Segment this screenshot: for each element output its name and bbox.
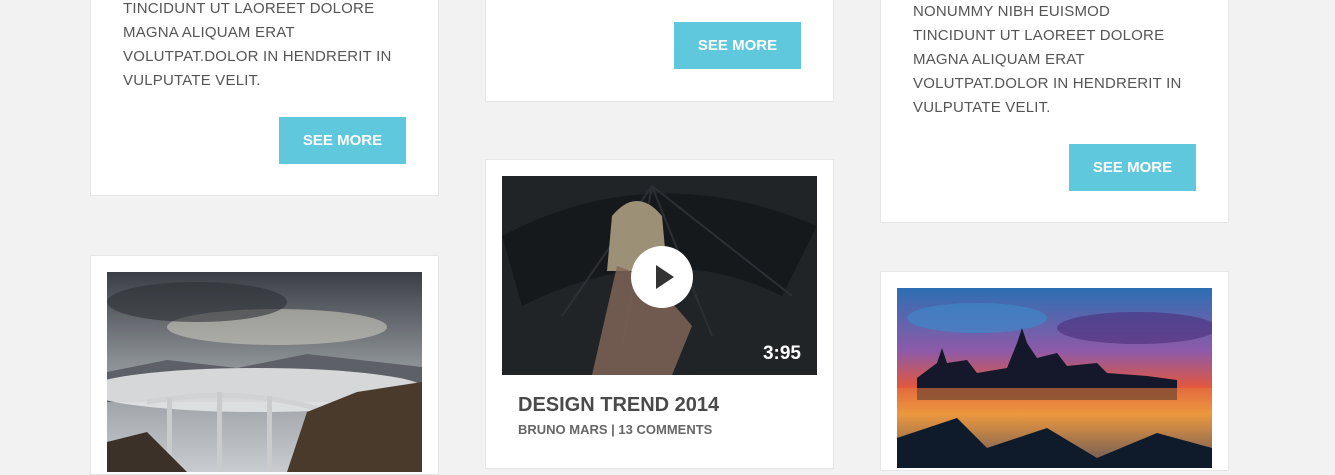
post-card	[880, 271, 1229, 471]
video-post-card: 3:95 DESIGN TREND 2014 BRUNO MARS | 13 C…	[485, 159, 834, 469]
excerpt-line: TINCIDUNT UT LAOREET DOLORE	[123, 0, 375, 17]
castle-painting-image[interactable]	[897, 288, 1212, 468]
excerpt-line: TINCIDUNT UT LAOREET DOLORE	[913, 27, 1165, 44]
post-meta: BRUNO MARS | 13 COMMENTS	[518, 422, 713, 437]
excerpt-line: VULPUTATE VELIT.	[913, 99, 1051, 116]
excerpt-line: MAGNA ALIQUAM ERAT	[123, 24, 295, 41]
post-card: TINCIDUNT UT LAOREET DOLORE MAGNA ALIQUA…	[90, 0, 439, 196]
bridge-landscape-image[interactable]	[107, 272, 422, 472]
video-duration: 3:95	[762, 343, 801, 364]
excerpt-line: VOLUTPAT.DOLOR IN HENDRERIT IN	[913, 75, 1182, 92]
see-more-button[interactable]: SEE MORE	[1069, 144, 1196, 191]
excerpt-line: NONUMMY NIBH EUISMOD	[913, 3, 1111, 20]
post-excerpt: NONUMMY NIBH EUISMOD TINCIDUNT UT LAOREE…	[913, 0, 1182, 120]
post-card: SEE MORE	[485, 0, 834, 102]
video-thumbnail[interactable]: 3:95	[502, 176, 817, 375]
excerpt-line: MAGNA ALIQUAM ERAT	[913, 51, 1085, 68]
post-excerpt: TINCIDUNT UT LAOREET DOLORE MAGNA ALIQUA…	[123, 0, 392, 93]
excerpt-line: VULPUTATE VELIT.	[123, 72, 261, 89]
post-card: NONUMMY NIBH EUISMOD TINCIDUNT UT LAOREE…	[880, 0, 1229, 223]
post-title[interactable]: DESIGN TREND 2014	[518, 394, 719, 417]
excerpt-line: VOLUTPAT.DOLOR IN HENDRERIT IN	[123, 48, 392, 65]
post-card	[90, 255, 439, 475]
see-more-button[interactable]: SEE MORE	[279, 117, 406, 164]
play-icon[interactable]	[631, 246, 693, 308]
see-more-button[interactable]: SEE MORE	[674, 22, 801, 69]
